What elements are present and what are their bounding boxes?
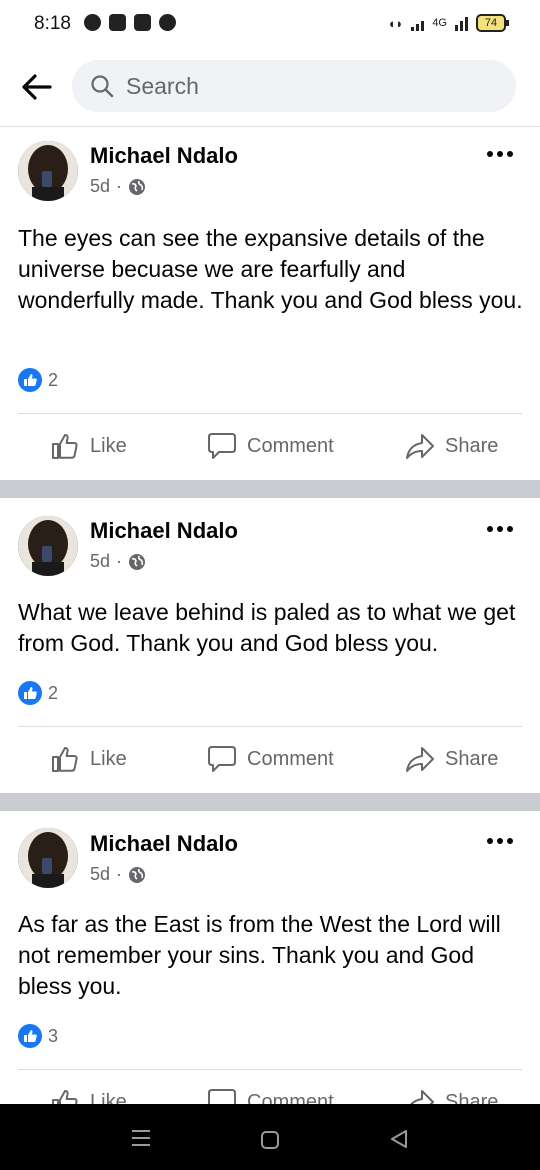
search-header: Search — [0, 48, 540, 127]
like-button[interactable]: Like — [50, 744, 127, 774]
home-icon[interactable] — [260, 1130, 280, 1150]
post-time[interactable]: 5d — [90, 864, 110, 885]
comment-label: Comment — [247, 1090, 334, 1105]
avatar[interactable] — [18, 516, 78, 576]
share-icon — [406, 434, 434, 459]
globe-icon — [129, 866, 146, 883]
whatsapp-icon — [84, 14, 101, 31]
post-author[interactable]: Michael Ndalo — [90, 518, 238, 544]
back-arrow-icon[interactable] — [20, 70, 54, 104]
comment-label: Comment — [247, 434, 334, 457]
like-label: Like — [90, 434, 127, 457]
reaction-count: 2 — [48, 682, 59, 703]
vibrate-icon: ◖◗ — [387, 15, 404, 31]
chrome-icon — [159, 14, 176, 31]
post-text: The eyes can see the expansive details o… — [18, 225, 523, 313]
share-button[interactable]: Share — [405, 431, 498, 461]
reaction-count: 2 — [48, 369, 59, 390]
share-label: Share — [445, 434, 499, 457]
post-time[interactable]: 5d — [90, 551, 110, 572]
comment-icon — [208, 433, 236, 459]
youtube-icon — [134, 14, 151, 31]
post-card: Michael Ndalo 5d · As far as the East is… — [0, 811, 540, 1104]
post-separator — [0, 793, 540, 811]
comment-button[interactable]: Comment — [207, 1087, 334, 1104]
reaction-summary[interactable]: 2 — [18, 368, 58, 392]
more-options-icon[interactable] — [486, 150, 514, 158]
network-type: 4G — [432, 17, 447, 29]
like-reaction-icon — [18, 681, 42, 705]
signal-strength-icon — [455, 15, 468, 31]
recent-apps-icon[interactable] — [130, 1128, 152, 1148]
reaction-count: 3 — [48, 1025, 59, 1046]
post-text: What we leave behind is paled as to what… — [18, 599, 516, 656]
divider — [18, 1069, 522, 1070]
comment-button[interactable]: Comment — [207, 744, 334, 774]
divider — [18, 413, 522, 414]
post-meta: 5d · — [90, 176, 146, 197]
like-reaction-icon — [18, 1024, 42, 1048]
notification-icons — [84, 14, 176, 31]
globe-icon — [129, 178, 146, 195]
profile-photo — [18, 141, 78, 201]
search-icon — [91, 75, 114, 98]
share-icon — [410, 1090, 434, 1104]
reaction-summary[interactable]: 3 — [18, 1024, 58, 1048]
status-bar: 8:18 ◖◗ 4G 74 — [0, 0, 540, 48]
system-icons: ◖◗ 4G 74 — [387, 14, 509, 32]
reaction-summary[interactable]: 2 — [18, 681, 58, 705]
profile-photo — [18, 828, 78, 888]
like-label: Like — [90, 747, 127, 770]
post-actions: Like Comment Share — [0, 423, 540, 473]
battery-icon: 74 — [476, 14, 509, 32]
post-meta: 5d · — [90, 864, 146, 885]
comment-icon — [208, 746, 236, 772]
like-button[interactable]: Like — [50, 431, 127, 461]
share-button[interactable]: Share — [405, 744, 498, 774]
share-label: Share — [445, 1090, 499, 1105]
avatar[interactable] — [18, 828, 78, 888]
globe-icon — [129, 553, 146, 570]
signal-icon — [411, 15, 425, 31]
like-icon — [52, 434, 78, 459]
status-time: 8:18 — [34, 13, 71, 34]
like-icon — [52, 747, 78, 772]
nav-back-icon[interactable] — [388, 1128, 410, 1150]
search-placeholder: Search — [126, 73, 199, 99]
post-card: Michael Ndalo 5d · What we leave behind … — [0, 498, 540, 793]
post-card: Michael Ndalo 5d · The eyes can see the … — [0, 127, 540, 480]
like-label: Like — [90, 1090, 127, 1105]
share-button[interactable]: Share — [405, 1087, 498, 1104]
share-label: Share — [445, 747, 499, 770]
post-author[interactable]: Michael Ndalo — [90, 831, 238, 857]
search-input[interactable]: Search — [72, 60, 516, 112]
share-icon — [406, 747, 434, 772]
profile-photo — [18, 516, 78, 576]
like-button[interactable]: Like — [50, 1087, 127, 1104]
divider — [18, 726, 522, 727]
more-options-icon[interactable] — [486, 837, 514, 845]
post-text: As far as the East is from the West the … — [18, 911, 501, 999]
post-separator — [0, 480, 540, 498]
post-author[interactable]: Michael Ndalo — [90, 143, 238, 169]
like-reaction-icon — [18, 368, 42, 392]
post-actions: Like Comment Share — [0, 736, 540, 786]
like-icon — [52, 1090, 78, 1104]
system-navigation-bar — [0, 1104, 540, 1170]
avatar[interactable] — [18, 141, 78, 201]
comment-label: Comment — [247, 747, 334, 770]
post-actions: Like Comment Share — [0, 1079, 540, 1104]
more-options-icon[interactable] — [486, 525, 514, 533]
post-meta: 5d · — [90, 551, 146, 572]
post-time[interactable]: 5d — [90, 176, 110, 197]
app-notification-icon — [109, 14, 126, 31]
comment-button[interactable]: Comment — [207, 431, 334, 461]
comment-icon — [208, 1089, 236, 1104]
